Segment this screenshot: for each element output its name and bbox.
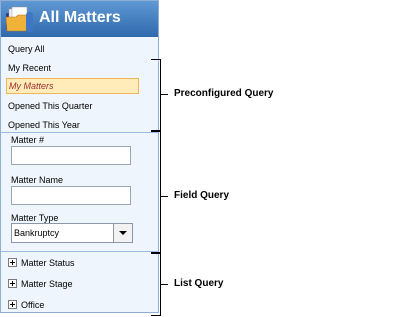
section-divider bbox=[1, 132, 158, 133]
matter-name-input[interactable] bbox=[11, 186, 131, 205]
chevron-down-icon[interactable] bbox=[113, 224, 132, 242]
matters-folder-icon bbox=[5, 6, 33, 32]
expand-plus-icon[interactable] bbox=[8, 300, 17, 309]
matter-number-label: Matter # bbox=[11, 135, 45, 145]
matter-status-node[interactable]: Matter Status bbox=[8, 257, 75, 268]
matter-name-label: Matter Name bbox=[11, 175, 64, 185]
my-matters-label: My Matters bbox=[9, 81, 54, 91]
matter-stage-node[interactable]: Matter Stage bbox=[8, 278, 73, 289]
field-bracket bbox=[151, 131, 161, 253]
opened-this-quarter-link[interactable]: Opened This Quarter bbox=[8, 101, 92, 111]
expand-plus-icon[interactable] bbox=[8, 279, 17, 288]
panel-title: All Matters bbox=[39, 9, 121, 26]
matter-type-value: Bankruptcy bbox=[14, 228, 60, 238]
preconfigured-query-label: Preconfigured Query bbox=[174, 88, 274, 99]
query-all-link[interactable]: Query All bbox=[8, 44, 45, 54]
expand-plus-icon[interactable] bbox=[8, 258, 17, 267]
section-divider bbox=[1, 251, 158, 252]
preconfigured-tick bbox=[160, 94, 168, 95]
list-tick bbox=[160, 284, 168, 285]
panel-header: All Matters bbox=[1, 1, 158, 37]
matter-stage-label: Matter Stage bbox=[21, 279, 73, 289]
field-query-label: Field Query bbox=[174, 190, 230, 201]
field-tick bbox=[160, 196, 168, 197]
office-node[interactable]: Office bbox=[8, 299, 44, 310]
matter-status-label: Matter Status bbox=[21, 258, 75, 268]
office-label: Office bbox=[21, 300, 45, 310]
list-query-label: List Query bbox=[174, 278, 224, 289]
preconfigured-bracket bbox=[151, 59, 161, 131]
my-matters-link[interactable]: My Matters bbox=[6, 78, 139, 94]
all-matters-panel: All Matters Query All My Recent My Matte… bbox=[0, 0, 159, 313]
my-recent-link[interactable]: My Recent bbox=[8, 63, 51, 73]
matter-type-select[interactable]: Bankruptcy bbox=[11, 223, 133, 243]
matter-number-input[interactable] bbox=[11, 146, 131, 165]
matter-type-label: Matter Type bbox=[11, 213, 59, 223]
opened-this-year-link[interactable]: Opened This Year bbox=[8, 120, 80, 130]
